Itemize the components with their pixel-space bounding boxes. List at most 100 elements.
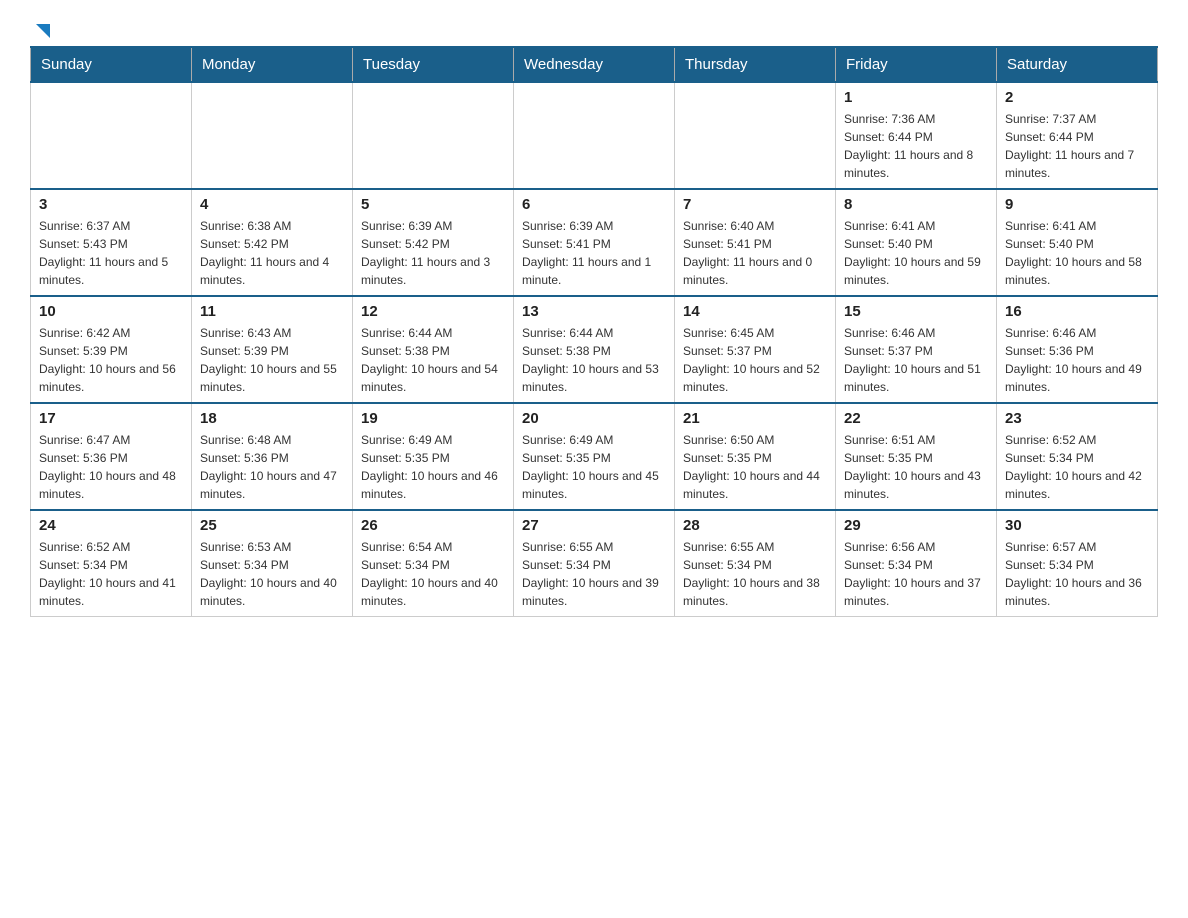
calendar-day-cell: 14Sunrise: 6:45 AM Sunset: 5:37 PM Dayli… (675, 296, 836, 403)
calendar-day-cell: 4 Sunrise: 6:38 AM Sunset: 5:42 PM Daylig… (192, 189, 353, 296)
calendar-week-row: 1Sunrise: 7:36 AM Sunset: 6:44 PM Daylig… (31, 82, 1158, 189)
day-number: 20 (522, 410, 666, 427)
day-number: 29 (844, 517, 988, 534)
day-info: Sunrise: 6:52 AM Sunset: 5:34 PM Dayligh… (1005, 431, 1149, 503)
calendar-day-cell: 18Sunrise: 6:48 AM Sunset: 5:36 PM Dayli… (192, 403, 353, 510)
day-of-week-header: Friday (836, 47, 997, 82)
day-info: Sunrise: 6:42 AM Sunset: 5:39 PM Dayligh… (39, 324, 183, 396)
calendar-day-cell: 10 Sunrise: 6:42 AM Sunset: 5:39 PM Dayli… (31, 296, 192, 403)
calendar-day-cell: 9 Sunrise: 6:41 AM Sunset: 5:40 PM Daylig… (997, 189, 1158, 296)
day-info: Sunrise: 6:54 AM Sunset: 5:34 PM Dayligh… (361, 538, 505, 610)
day-info: Sunrise: 6:53 AM Sunset: 5:34 PM Dayligh… (200, 538, 344, 610)
day-number: 13 (522, 303, 666, 320)
day-number: 24 (39, 517, 183, 534)
day-number: 6 (522, 196, 666, 213)
day-number: 5 (361, 196, 505, 213)
calendar-day-cell: 26 Sunrise: 6:54 AM Sunset: 5:34 PM Dayli… (353, 510, 514, 617)
calendar-week-row: 3 Sunrise: 6:37 AM Sunset: 5:43 PM Daylig… (31, 189, 1158, 296)
calendar-day-cell: 20 Sunrise: 6:49 AM Sunset: 5:35 PM Dayli… (514, 403, 675, 510)
calendar-day-cell: 12 Sunrise: 6:44 AM Sunset: 5:38 PM Dayli… (353, 296, 514, 403)
calendar-day-cell: 24 Sunrise: 6:52 AM Sunset: 5:34 PM Dayli… (31, 510, 192, 617)
calendar-day-cell: 8 Sunrise: 6:41 AM Sunset: 5:40 PM Daylig… (836, 189, 997, 296)
logo-triangle-icon (32, 20, 54, 42)
day-info: Sunrise: 6:55 AM Sunset: 5:34 PM Dayligh… (683, 538, 827, 610)
day-number: 19 (361, 410, 505, 427)
day-info: Sunrise: 6:50 AM Sunset: 5:35 PM Dayligh… (683, 431, 827, 503)
calendar-week-row: 24 Sunrise: 6:52 AM Sunset: 5:34 PM Dayli… (31, 510, 1158, 617)
calendar-day-cell: 3 Sunrise: 6:37 AM Sunset: 5:43 PM Daylig… (31, 189, 192, 296)
day-number: 28 (683, 517, 827, 534)
day-info: Sunrise: 6:56 AM Sunset: 5:34 PM Dayligh… (844, 538, 988, 610)
day-info: Sunrise: 6:45 AM Sunset: 5:37 PM Dayligh… (683, 324, 827, 396)
calendar-week-row: 17 Sunrise: 6:47 AM Sunset: 5:36 PM Dayli… (31, 403, 1158, 510)
calendar-table: SundayMondayTuesdayWednesdayThursdayFrid… (30, 46, 1158, 617)
calendar-day-cell (353, 82, 514, 189)
calendar-day-cell: 16 Sunrise: 6:46 AM Sunset: 5:36 PM Dayli… (997, 296, 1158, 403)
day-number: 22 (844, 410, 988, 427)
calendar-day-cell: 7 Sunrise: 6:40 AM Sunset: 5:41 PM Daylig… (675, 189, 836, 296)
calendar-day-cell: 13 Sunrise: 6:44 AM Sunset: 5:38 PM Dayli… (514, 296, 675, 403)
day-number: 26 (361, 517, 505, 534)
day-number: 16 (1005, 303, 1149, 320)
day-info: Sunrise: 6:46 AM Sunset: 5:37 PM Dayligh… (844, 324, 988, 396)
calendar-week-row: 10 Sunrise: 6:42 AM Sunset: 5:39 PM Dayli… (31, 296, 1158, 403)
day-info: Sunrise: 6:44 AM Sunset: 5:38 PM Dayligh… (361, 324, 505, 396)
day-info: Sunrise: 6:57 AM Sunset: 5:34 PM Dayligh… (1005, 538, 1149, 610)
day-number: 10 (39, 303, 183, 320)
calendar-day-cell (675, 82, 836, 189)
day-info: Sunrise: 7:37 AM Sunset: 6:44 PM Dayligh… (1005, 110, 1149, 182)
calendar-day-cell: 23 Sunrise: 6:52 AM Sunset: 5:34 PM Dayli… (997, 403, 1158, 510)
day-info: Sunrise: 6:47 AM Sunset: 5:36 PM Dayligh… (39, 431, 183, 503)
day-info: Sunrise: 6:52 AM Sunset: 5:34 PM Dayligh… (39, 538, 183, 610)
day-info: Sunrise: 6:46 AM Sunset: 5:36 PM Dayligh… (1005, 324, 1149, 396)
day-number: 2 (1005, 89, 1149, 106)
calendar-day-cell: 28 Sunrise: 6:55 AM Sunset: 5:34 PM Dayli… (675, 510, 836, 617)
day-number: 12 (361, 303, 505, 320)
calendar-day-cell: 25Sunrise: 6:53 AM Sunset: 5:34 PM Dayli… (192, 510, 353, 617)
day-number: 17 (39, 410, 183, 427)
day-number: 21 (683, 410, 827, 427)
calendar-day-cell: 5 Sunrise: 6:39 AM Sunset: 5:42 PM Daylig… (353, 189, 514, 296)
day-info: Sunrise: 6:41 AM Sunset: 5:40 PM Dayligh… (1005, 217, 1149, 289)
day-number: 9 (1005, 196, 1149, 213)
day-info: Sunrise: 6:37 AM Sunset: 5:43 PM Dayligh… (39, 217, 183, 289)
calendar-day-cell: 6 Sunrise: 6:39 AM Sunset: 5:41 PM Daylig… (514, 189, 675, 296)
day-info: Sunrise: 6:43 AM Sunset: 5:39 PM Dayligh… (200, 324, 344, 396)
calendar-day-cell: 21 Sunrise: 6:50 AM Sunset: 5:35 PM Dayli… (675, 403, 836, 510)
day-number: 1 (844, 89, 988, 106)
calendar-day-cell (192, 82, 353, 189)
day-info: Sunrise: 6:39 AM Sunset: 5:42 PM Dayligh… (361, 217, 505, 289)
day-info: Sunrise: 6:51 AM Sunset: 5:35 PM Dayligh… (844, 431, 988, 503)
day-of-week-header: Monday (192, 47, 353, 82)
calendar-day-cell: 30Sunrise: 6:57 AM Sunset: 5:34 PM Dayli… (997, 510, 1158, 617)
day-info: Sunrise: 6:39 AM Sunset: 5:41 PM Dayligh… (522, 217, 666, 289)
day-info: Sunrise: 6:38 AM Sunset: 5:42 PM Dayligh… (200, 217, 344, 289)
day-number: 8 (844, 196, 988, 213)
day-number: 11 (200, 303, 344, 320)
day-number: 27 (522, 517, 666, 534)
calendar-day-cell: 29 Sunrise: 6:56 AM Sunset: 5:34 PM Dayli… (836, 510, 997, 617)
calendar-day-cell (514, 82, 675, 189)
day-of-week-header: Sunday (31, 47, 192, 82)
day-number: 18 (200, 410, 344, 427)
day-of-week-header: Tuesday (353, 47, 514, 82)
calendar-day-cell: 15Sunrise: 6:46 AM Sunset: 5:37 PM Dayli… (836, 296, 997, 403)
day-number: 23 (1005, 410, 1149, 427)
day-info: Sunrise: 6:41 AM Sunset: 5:40 PM Dayligh… (844, 217, 988, 289)
day-info: Sunrise: 6:55 AM Sunset: 5:34 PM Dayligh… (522, 538, 666, 610)
calendar-day-cell: 17 Sunrise: 6:47 AM Sunset: 5:36 PM Dayli… (31, 403, 192, 510)
calendar-header-row: SundayMondayTuesdayWednesdayThursdayFrid… (31, 47, 1158, 82)
calendar-day-cell: 2 Sunrise: 7:37 AM Sunset: 6:44 PM Daylig… (997, 82, 1158, 189)
day-number: 4 (200, 196, 344, 213)
calendar-day-cell: 1Sunrise: 7:36 AM Sunset: 6:44 PM Daylig… (836, 82, 997, 189)
day-info: Sunrise: 6:49 AM Sunset: 5:35 PM Dayligh… (522, 431, 666, 503)
logo (30, 20, 54, 36)
day-info: Sunrise: 6:44 AM Sunset: 5:38 PM Dayligh… (522, 324, 666, 396)
calendar-day-cell: 19Sunrise: 6:49 AM Sunset: 5:35 PM Dayli… (353, 403, 514, 510)
day-number: 7 (683, 196, 827, 213)
day-info: Sunrise: 6:40 AM Sunset: 5:41 PM Dayligh… (683, 217, 827, 289)
day-number: 3 (39, 196, 183, 213)
day-of-week-header: Wednesday (514, 47, 675, 82)
page-header (30, 20, 1158, 36)
calendar-day-cell (31, 82, 192, 189)
